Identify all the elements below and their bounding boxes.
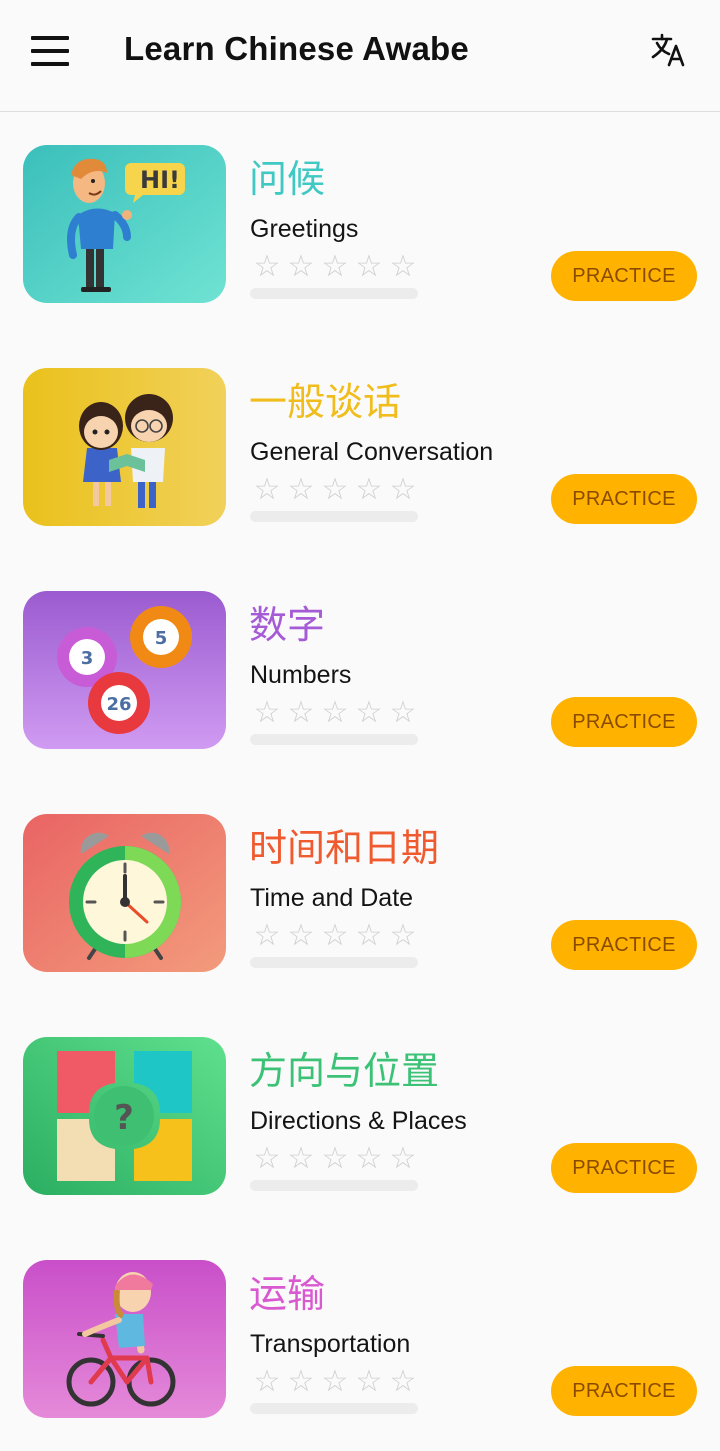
lesson-chinese-title: 问候 (249, 157, 326, 201)
translate-icon[interactable] (648, 30, 690, 72)
star-icon: ☆ (287, 1364, 315, 1399)
lesson-card[interactable]: 3 5 26 数字 Numbers ☆ ☆ ☆ ☆ ☆ PRACTICE (0, 559, 720, 782)
lesson-card[interactable]: 运输 Transportation ☆ ☆ ☆ ☆ ☆ PRACTICE (0, 1228, 720, 1451)
progress-bar (250, 288, 418, 299)
star-icon: ☆ (253, 472, 281, 507)
greeting-man-hi-icon: HI! (23, 145, 226, 303)
star-icon: ☆ (321, 1141, 349, 1176)
star-icon: ☆ (321, 472, 349, 507)
star-icon: ☆ (287, 472, 315, 507)
star-icon: ☆ (321, 249, 349, 284)
lesson-english-title: Numbers (250, 661, 352, 689)
star-icon: ☆ (253, 695, 281, 730)
progress-bar (250, 1180, 418, 1191)
star-icon: ☆ (389, 695, 417, 730)
star-icon: ☆ (321, 1364, 349, 1399)
star-icon: ☆ (253, 249, 281, 284)
lesson-english-title: Directions & Places (250, 1107, 467, 1135)
practice-button[interactable]: PRACTICE (551, 697, 697, 747)
lesson-english-title: Time and Date (250, 884, 414, 912)
lesson-chinese-title: 方向与位置 (249, 1049, 440, 1093)
lesson-chinese-title: 运输 (249, 1272, 326, 1316)
hi-bubble-text: HI! (140, 166, 180, 194)
number-balls-icon: 3 5 26 (23, 591, 226, 749)
star-icon: ☆ (321, 918, 349, 953)
lesson-chinese-title: 一般谈话 (249, 380, 402, 424)
svg-text:26: 26 (106, 694, 131, 715)
directions-arrows-icon: ? (23, 1037, 226, 1195)
svg-text:5: 5 (155, 628, 168, 649)
lesson-english-title: Greetings (250, 215, 359, 243)
alarm-clock-icon (23, 814, 226, 972)
lesson-card[interactable]: 时间和日期 Time and Date ☆ ☆ ☆ ☆ ☆ PRACTICE (0, 782, 720, 1005)
star-icon: ☆ (253, 918, 281, 953)
progress-bar (250, 1403, 418, 1414)
practice-button[interactable]: PRACTICE (551, 1366, 697, 1416)
progress-bar (250, 734, 418, 745)
star-rating: ☆ ☆ ☆ ☆ ☆ (250, 473, 420, 507)
practice-button[interactable]: PRACTICE (551, 920, 697, 970)
star-rating: ☆ ☆ ☆ ☆ ☆ (250, 696, 420, 730)
practice-button[interactable]: PRACTICE (551, 251, 697, 301)
lesson-card[interactable]: HI! 问候 Greetings ☆ ☆ ☆ ☆ ☆ PRACTICE (0, 113, 720, 336)
star-icon: ☆ (287, 1141, 315, 1176)
star-icon: ☆ (389, 918, 417, 953)
lesson-card[interactable]: 一般谈话 General Conversation ☆ ☆ ☆ ☆ ☆ PRACTICE (0, 336, 720, 559)
two-kids-reading-icon (23, 368, 226, 526)
star-icon: ☆ (287, 249, 315, 284)
practice-button[interactable]: PRACTICE (551, 474, 697, 524)
star-icon: ☆ (389, 472, 417, 507)
svg-text:3: 3 (81, 648, 94, 669)
lesson-english-title: Transportation (250, 1330, 411, 1358)
lesson-card[interactable]: ? 方向与位置 Directions & Places ☆ ☆ ☆ ☆ ☆ PRACTI… (0, 1005, 720, 1228)
lesson-chinese-title: 数字 (249, 603, 326, 647)
star-icon: ☆ (355, 918, 383, 953)
star-icon: ☆ (253, 1141, 281, 1176)
girl-on-bicycle-icon (23, 1260, 226, 1418)
star-icon: ☆ (355, 1141, 383, 1176)
star-icon: ☆ (287, 695, 315, 730)
star-rating: ☆ ☆ ☆ ☆ ☆ (250, 1142, 420, 1176)
star-rating: ☆ ☆ ☆ ☆ ☆ (250, 919, 420, 953)
star-icon: ☆ (287, 918, 315, 953)
page-title: Learn Chinese Awabe (124, 30, 469, 67)
star-icon: ☆ (355, 695, 383, 730)
star-icon: ☆ (355, 472, 383, 507)
progress-bar (250, 511, 418, 522)
star-icon: ☆ (389, 1364, 417, 1399)
hamburger-menu-icon[interactable] (28, 32, 72, 72)
lesson-chinese-title: 时间和日期 (249, 826, 440, 870)
practice-button[interactable]: PRACTICE (551, 1143, 697, 1193)
star-icon: ☆ (389, 1141, 417, 1176)
star-icon: ☆ (321, 695, 349, 730)
star-icon: ☆ (253, 1364, 281, 1399)
star-icon: ☆ (389, 249, 417, 284)
app-bar: Learn Chinese Awabe (0, 0, 720, 112)
svg-text:?: ? (114, 1098, 134, 1138)
progress-bar (250, 957, 418, 968)
star-rating: ☆ ☆ ☆ ☆ ☆ (250, 250, 420, 284)
star-icon: ☆ (355, 1364, 383, 1399)
star-icon: ☆ (355, 249, 383, 284)
star-rating: ☆ ☆ ☆ ☆ ☆ (250, 1365, 420, 1399)
lesson-english-title: General Conversation (250, 438, 494, 466)
